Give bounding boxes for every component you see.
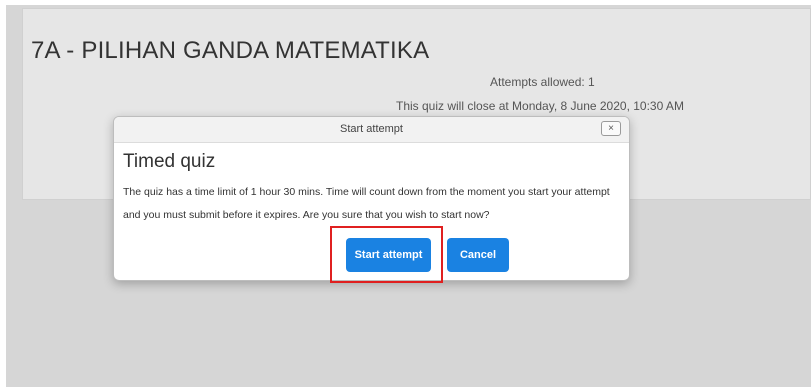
page-title: 7A - PILIHAN GANDA MATEMATIKA (31, 37, 430, 64)
start-attempt-button[interactable]: Start attempt (346, 238, 431, 272)
start-attempt-dialog: Start attempt × Timed quiz The quiz has … (113, 116, 630, 281)
left-edge (0, 0, 6, 387)
dialog-header: Start attempt × (114, 117, 629, 143)
close-button[interactable]: × (601, 121, 621, 136)
dialog-message: The quiz has a time limit of 1 hour 30 m… (123, 186, 610, 221)
cancel-button[interactable]: Cancel (447, 238, 509, 272)
attempts-allowed-text: Attempts allowed: 1 (490, 75, 595, 89)
dialog-title: Start attempt (340, 123, 403, 135)
page-backdrop: 7A - PILIHAN GANDA MATEMATIKA Attempts a… (0, 0, 811, 387)
top-edge (0, 0, 811, 5)
dialog-heading: Timed quiz (123, 151, 216, 172)
quiz-close-date-text: This quiz will close at Monday, 8 June 2… (396, 99, 684, 113)
close-icon: × (608, 123, 614, 134)
